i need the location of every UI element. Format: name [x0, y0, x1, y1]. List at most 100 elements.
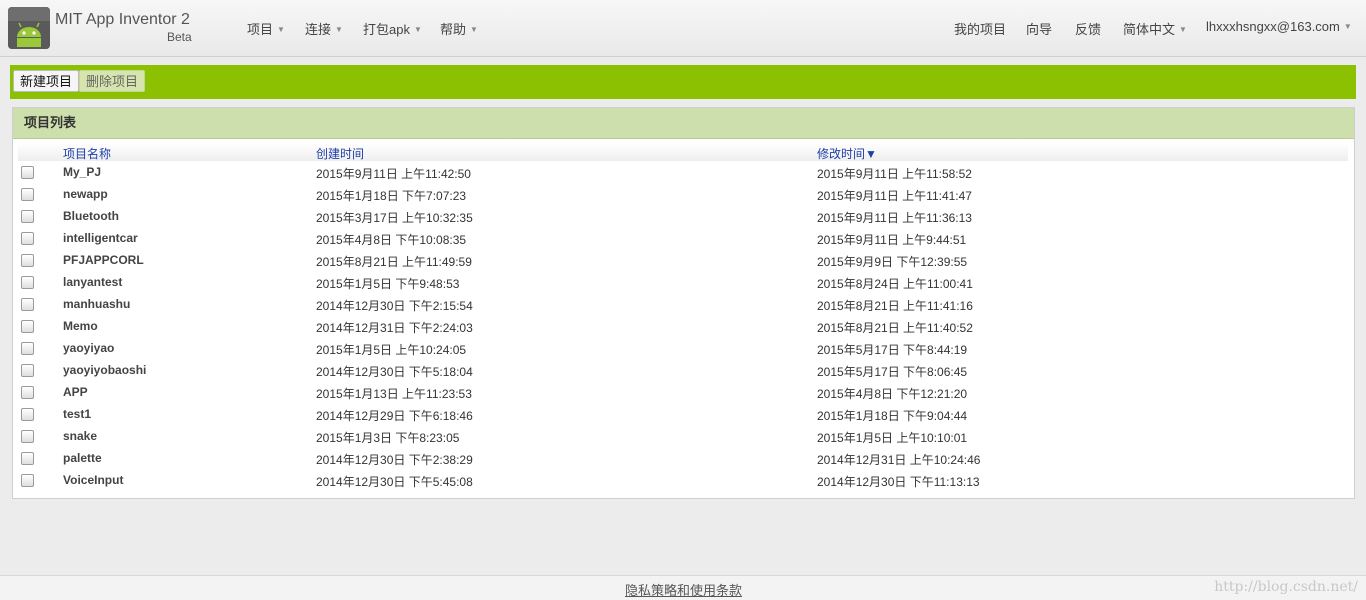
caret-down-icon: ▼ [1343, 22, 1352, 31]
table-row[interactable]: Bluetooth 2015年3月17日 上午10:32:35 2015年9月11日… [13, 205, 1354, 227]
project-name[interactable]: Memo [63, 319, 98, 333]
nav-my-projects-label: 我的项目 [954, 22, 1007, 37]
modified-time: 2014年12月30日 下午11:13:13 [817, 475, 980, 489]
account-dropdown[interactable]: lhxxxhsngxx@163.com ▼ [1206, 19, 1352, 34]
menu-connect[interactable]: 连接 ▼ [305, 19, 343, 38]
nav-my-projects[interactable]: 我的项目 [954, 19, 1006, 38]
app-inventor-logo-icon[interactable] [8, 7, 50, 49]
table-row[interactable]: intelligentcar 2015年4月8日 下午10:08:35 2015年9… [13, 227, 1354, 249]
created-time: 2014年12月30日 下午5:18:04 [316, 365, 473, 379]
created-time: 2014年12月29日 下午6:18:46 [316, 409, 473, 423]
created-time: 2015年1月5日 上午10:24:05 [316, 343, 467, 357]
modified-time: 2015年8月21日 上午11:41:16 [817, 299, 973, 313]
project-name[interactable]: yaoyiyao [63, 341, 114, 355]
table-row[interactable]: newapp 2015年1月18日 下午7:07:23 2015年9月11日 上午1… [13, 183, 1354, 205]
modified-time: 2015年5月17日 下午8:06:45 [817, 365, 968, 379]
row-checkbox[interactable] [21, 232, 34, 245]
modified-time: 2015年4月8日 下午12:21:20 [817, 387, 968, 401]
language-label: 简体中文 [1123, 22, 1176, 37]
caret-down-icon: ▼ [470, 25, 478, 34]
table-row[interactable]: manhuashu 2014年12月30日 下午2:15:54 2015年8月21日… [13, 293, 1354, 315]
row-checkbox[interactable] [21, 474, 34, 487]
row-checkbox[interactable] [21, 298, 34, 311]
caret-down-icon: ▼ [413, 25, 422, 34]
table-row[interactable]: Memo 2014年12月31日 下午2:24:03 2015年8月21日 上午11… [13, 315, 1354, 337]
menu-help-label: 帮助 [440, 22, 467, 37]
row-checkbox[interactable] [21, 430, 34, 443]
table-row[interactable]: palette 2014年12月30日 下午2:38:29 2014年12月31日 … [13, 447, 1354, 469]
table-header: 项目名称 创建时间 修改时间▼ [18, 143, 1348, 161]
privacy-terms-link[interactable]: 隐私策略和使用条款 [625, 580, 742, 599]
project-name[interactable]: lanyantest [63, 275, 122, 289]
nav-feedback[interactable]: 反馈 [1075, 19, 1101, 38]
table-row[interactable]: APP 2015年1月13日 上午11:23:53 2015年4月8日 下午12:2… [13, 381, 1354, 403]
new-project-button[interactable]: 新建项目 [13, 70, 80, 92]
table-row[interactable]: snake 2015年1月3日 下午8:23:05 2015年1月5日 上午10:1… [13, 425, 1354, 447]
watermark-text: http://blog.csdn.net/ [1214, 579, 1358, 595]
row-checkbox[interactable] [21, 342, 34, 355]
menu-projects[interactable]: 项目 ▼ [247, 19, 285, 38]
row-checkbox[interactable] [21, 254, 34, 267]
nav-guide[interactable]: 向导 [1026, 19, 1052, 38]
table-row[interactable]: My_PJ 2015年9月11日 上午11:42:50 2015年9月11日 上午1… [13, 161, 1354, 183]
menu-projects-label: 项目 [247, 22, 274, 37]
column-header-created[interactable]: 创建时间 [316, 145, 364, 162]
menu-help[interactable]: 帮助 ▼ [440, 19, 478, 38]
nav-feedback-label: 反馈 [1075, 22, 1102, 37]
table-row[interactable]: test1 2014年12月29日 下午6:18:46 2015年1月18日 下午9… [13, 403, 1354, 425]
modified-time: 2015年1月18日 下午9:04:44 [817, 409, 968, 423]
brand-beta-label: Beta [167, 30, 192, 44]
caret-down-icon: ▼ [335, 25, 343, 34]
nav-guide-label: 向导 [1026, 22, 1053, 37]
table-row[interactable]: PFJAPPCORL 2015年8月21日 上午11:49:59 2015年9月9日… [13, 249, 1354, 271]
project-name[interactable]: Bluetooth [63, 209, 119, 223]
menu-build-apk[interactable]: 打包apk ▼ [363, 19, 422, 38]
project-name[interactable]: yaoyiyobaoshi [63, 363, 146, 377]
modified-time: 2015年9月11日 上午9:44:51 [817, 233, 967, 247]
row-checkbox[interactable] [21, 166, 34, 179]
modified-time: 2015年9月11日 上午11:41:47 [817, 189, 972, 203]
created-time: 2015年1月13日 上午11:23:53 [316, 387, 472, 401]
language-dropdown[interactable]: 简体中文 ▼ [1123, 19, 1187, 38]
table-row[interactable]: yaoyiyao 2015年1月5日 上午10:24:05 2015年5月17日 下… [13, 337, 1354, 359]
modified-time: 2015年9月11日 上午11:58:52 [817, 167, 972, 181]
account-email: lhxxxhsngxx@163.com [1206, 19, 1340, 34]
modified-time: 2014年12月31日 上午10:24:46 [817, 453, 981, 467]
menu-connect-label: 连接 [305, 22, 332, 37]
row-checkbox[interactable] [21, 276, 34, 289]
row-checkbox[interactable] [21, 408, 34, 421]
created-time: 2014年12月31日 下午2:24:03 [316, 321, 473, 335]
caret-down-icon: ▼ [277, 25, 285, 34]
project-name[interactable]: APP [63, 385, 88, 399]
project-name[interactable]: snake [63, 429, 97, 443]
project-name[interactable]: intelligentcar [63, 231, 138, 245]
column-header-name[interactable]: 项目名称 [63, 145, 111, 162]
project-name[interactable]: manhuashu [63, 297, 130, 311]
brand-name: MIT App Inventor 2 [55, 11, 190, 28]
project-name[interactable]: My_PJ [63, 165, 101, 179]
row-checkbox[interactable] [21, 364, 34, 377]
row-checkbox[interactable] [21, 188, 34, 201]
row-checkbox[interactable] [21, 452, 34, 465]
created-time: 2015年8月21日 上午11:49:59 [316, 255, 472, 269]
row-checkbox[interactable] [21, 210, 34, 223]
project-name[interactable]: palette [63, 451, 102, 465]
project-toolbar: 新建项目 删除项目 [10, 65, 1356, 99]
project-name[interactable]: newapp [63, 187, 108, 201]
row-checkbox[interactable] [21, 386, 34, 399]
delete-project-button[interactable]: 删除项目 [79, 70, 146, 92]
project-name[interactable]: test1 [63, 407, 91, 421]
table-row[interactable]: lanyantest 2015年1月5日 下午9:48:53 2015年8月24日 … [13, 271, 1354, 293]
modified-time: 2015年9月11日 上午11:36:13 [817, 211, 972, 225]
created-time: 2014年12月30日 下午2:38:29 [316, 453, 473, 467]
row-checkbox[interactable] [21, 320, 34, 333]
project-name[interactable]: PFJAPPCORL [63, 253, 144, 267]
modified-time: 2015年8月21日 上午11:40:52 [817, 321, 973, 335]
project-name[interactable]: VoiceInput [63, 473, 123, 487]
column-header-modified[interactable]: 修改时间▼ [817, 145, 877, 162]
table-row[interactable]: yaoyiyobaoshi 2014年12月30日 下午5:18:04 2015年5… [13, 359, 1354, 381]
modified-time: 2015年1月5日 上午10:10:01 [817, 431, 968, 445]
panel-title: 项目列表 [13, 108, 1354, 139]
table-row[interactable]: VoiceInput 2014年12月30日 下午5:45:08 2014年12月3… [13, 469, 1354, 491]
menu-build-apk-label: 打包apk [363, 22, 410, 37]
